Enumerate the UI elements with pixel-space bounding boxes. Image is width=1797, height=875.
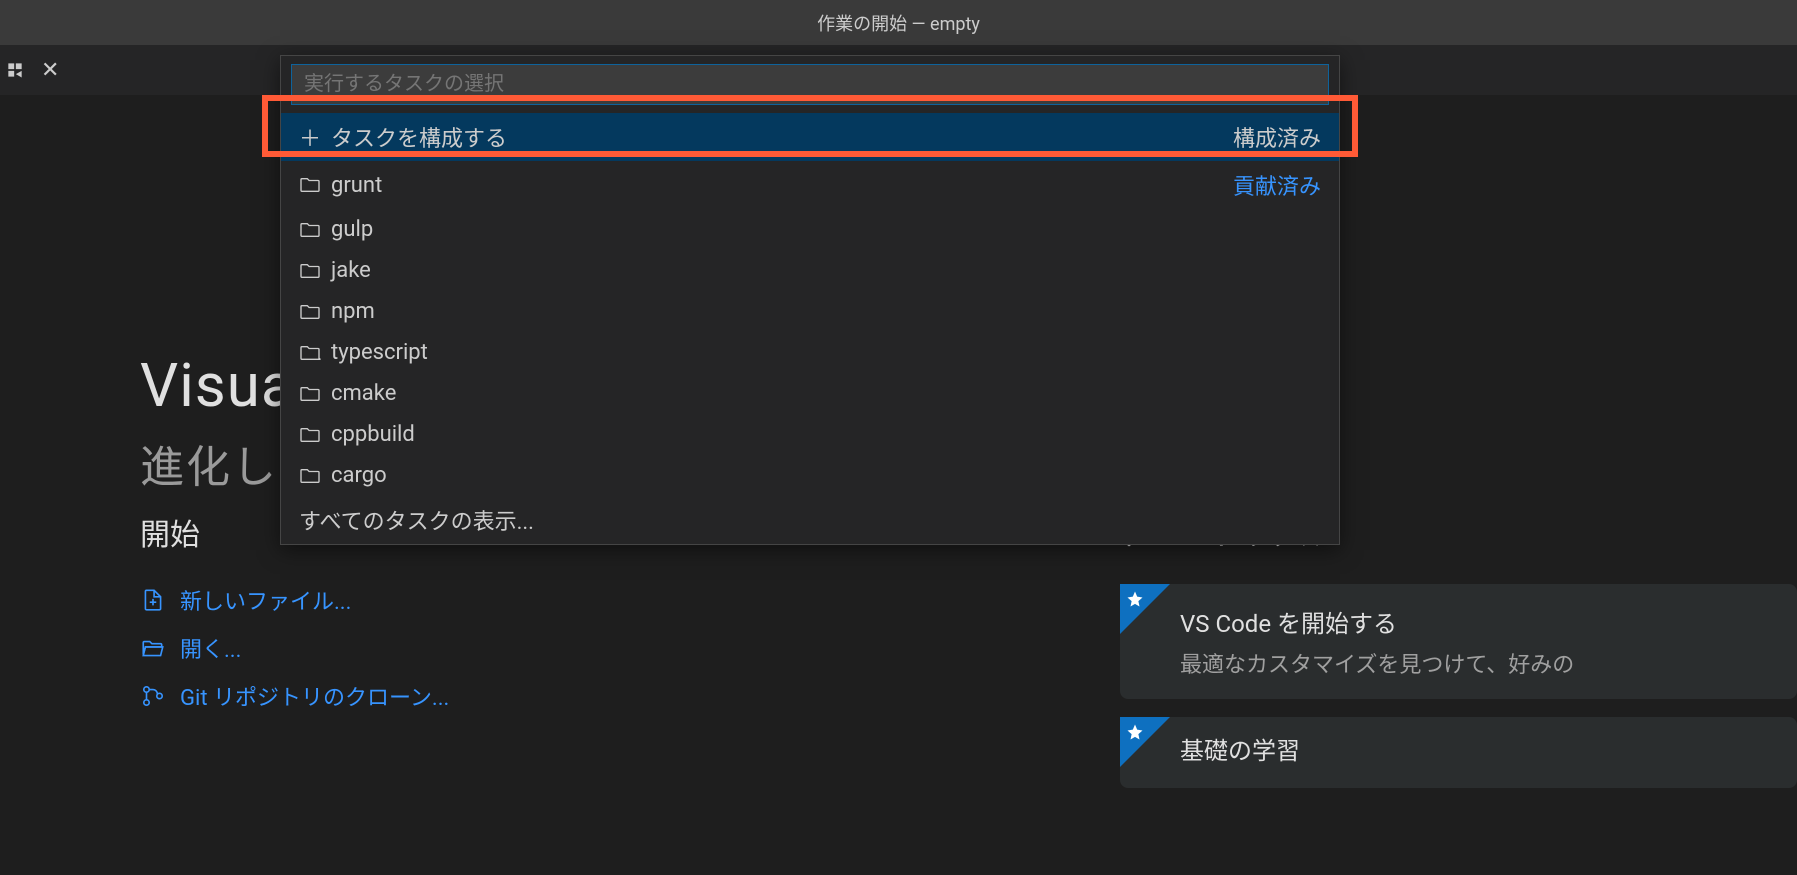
contributed-badge: 貢献済み xyxy=(1233,169,1321,201)
quickpick-item-cppbuild[interactable]: cppbuild xyxy=(281,414,1339,455)
window-title: 作業の開始 — empty xyxy=(817,10,980,36)
tutorial-section: チュートリアル VS Code を開始する 最適なカスタマイズを見つけて、好みの… xyxy=(1120,510,1797,806)
clone-repo-label: Git リポジトリのクローン... xyxy=(180,680,449,712)
quickpick-item-label: typescript xyxy=(331,340,428,365)
window-titlebar: 作業の開始 — empty xyxy=(0,0,1797,45)
new-file-label: 新しいファイル... xyxy=(180,584,351,616)
quickpick-item-gulp[interactable]: gulp xyxy=(281,209,1339,250)
folder-icon xyxy=(299,344,321,362)
tutorial-badge xyxy=(1120,584,1170,634)
start-links: 新しいファイル... 開く... Git リポジトリのクローン... xyxy=(140,584,449,712)
quickpick-item-cargo[interactable]: cargo xyxy=(281,455,1339,496)
tutorial-card-title: 基礎の学習 xyxy=(1180,731,1767,766)
quickpick-item-typescript[interactable]: typescript xyxy=(281,332,1339,373)
open-link[interactable]: 開く... xyxy=(140,632,449,664)
folder-icon xyxy=(299,426,321,444)
show-all-label: すべてのタスクの表示... xyxy=(299,510,534,535)
clone-repo-link[interactable]: Git リポジトリのクローン... xyxy=(140,680,449,712)
quickpick-item-label: npm xyxy=(331,299,375,324)
quickpick-item-jake[interactable]: jake xyxy=(281,250,1339,291)
tutorial-card-desc: 最適なカスタマイズを見つけて、好みの xyxy=(1180,647,1767,679)
quickpick-item-configure-task[interactable]: ＋ タスクを構成する 構成済み xyxy=(281,113,1339,161)
folder-icon xyxy=(299,221,321,239)
star-icon xyxy=(1126,723,1144,741)
quickpick-item-label: jake xyxy=(331,258,371,283)
folder-icon xyxy=(299,385,321,403)
new-file-link[interactable]: 新しいファイル... xyxy=(140,584,449,616)
tutorial-badge xyxy=(1120,717,1170,767)
plus-icon: ＋ xyxy=(299,121,321,153)
quickpick-item-label: cargo xyxy=(331,463,387,488)
tutorial-card-title: VS Code を開始する xyxy=(1180,604,1767,639)
folder-icon xyxy=(299,467,321,485)
new-file-icon xyxy=(140,587,166,613)
quickpick-input[interactable] xyxy=(291,64,1329,105)
open-label: 開く... xyxy=(180,632,241,664)
git-icon xyxy=(140,683,166,709)
tutorial-card-basics[interactable]: 基礎の学習 xyxy=(1120,717,1797,788)
quickpick-item-label: grunt xyxy=(331,173,382,198)
quickpick-item-label: gulp xyxy=(331,217,373,242)
configured-badge: 構成済み xyxy=(1233,121,1321,153)
star-icon xyxy=(1126,590,1144,608)
quickpick-item-npm[interactable]: npm xyxy=(281,291,1339,332)
quickpick-show-all[interactable]: すべてのタスクの表示... xyxy=(281,496,1339,544)
folder-icon xyxy=(299,262,321,280)
quickpick-item-cmake[interactable]: cmake xyxy=(281,373,1339,414)
tutorial-card-get-started[interactable]: VS Code を開始する 最適なカスタマイズを見つけて、好みの xyxy=(1120,584,1797,699)
quickpick-item-label: cmake xyxy=(331,381,396,406)
quickpick-item-label: cppbuild xyxy=(331,422,415,447)
quickpick-panel: ＋ タスクを構成する 構成済み grunt 貢献済み gulp jake npm xyxy=(280,55,1340,545)
quickpick-item-grunt[interactable]: grunt 貢献済み xyxy=(281,161,1339,209)
open-folder-icon xyxy=(140,635,166,661)
folder-icon xyxy=(299,303,321,321)
configure-task-label: タスクを構成する xyxy=(331,121,507,153)
folder-icon xyxy=(299,176,321,194)
close-icon[interactable]: ✕ xyxy=(37,54,63,87)
welcome-tab-icon[interactable] xyxy=(5,60,25,80)
